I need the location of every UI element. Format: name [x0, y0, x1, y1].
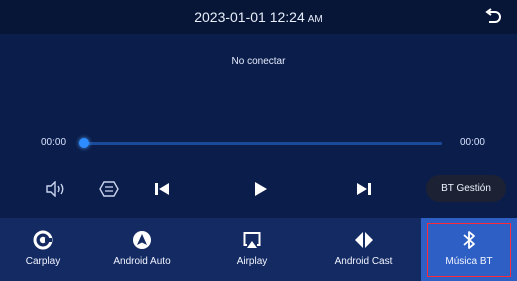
airplay-icon: [243, 232, 261, 248]
total-time: 00:00: [459, 137, 485, 148]
android-cast-icon: [354, 232, 373, 248]
progress-bar[interactable]: [79, 138, 442, 148]
tab-android-auto[interactable]: Android Auto: [86, 218, 198, 281]
datetime-text: 2023-01-01 12:24: [194, 9, 305, 25]
music-screen: 2023-01-01 12:24 AM No conectar 00:00 00:…: [0, 0, 517, 281]
tab-carplay[interactable]: Carplay: [0, 218, 86, 281]
tab-android-cast[interactable]: Android Cast: [306, 218, 421, 281]
connection-status: No conectar: [231, 56, 286, 67]
bt-manage-button[interactable]: BT Gestión: [426, 175, 506, 202]
play-icon: [255, 182, 267, 196]
volume-icon: [46, 181, 64, 197]
previous-icon: [155, 183, 169, 195]
eq-icon: [99, 181, 119, 197]
tab-airplay[interactable]: Airplay: [198, 218, 306, 281]
tab-label: Airplay: [236, 256, 268, 267]
previous-button[interactable]: [150, 177, 174, 201]
player-panel: No conectar 00:00 00:00 BT Gestión: [0, 34, 517, 218]
datetime: 2023-01-01 12:24 AM: [194, 9, 323, 25]
volume-button[interactable]: [44, 177, 68, 201]
tab-label: Android Auto: [113, 256, 171, 267]
tab-musica-bt[interactable]: Música BT: [421, 218, 517, 281]
top-bar: 2023-01-01 12:24 AM: [0, 0, 517, 34]
tab-label: Música BT: [445, 256, 493, 267]
bottom-nav: Carplay Android Auto Airplay Android Cas…: [0, 218, 517, 281]
back-arrow-icon: [485, 8, 501, 23]
next-button[interactable]: [352, 177, 376, 201]
current-time: 00:00: [41, 137, 67, 148]
tab-label: Android Cast: [334, 256, 393, 267]
bluetooth-icon: [463, 231, 475, 249]
equalizer-button[interactable]: [97, 177, 121, 201]
next-icon: [357, 183, 371, 195]
progress-knob[interactable]: [79, 138, 89, 148]
play-button[interactable]: [249, 177, 273, 201]
datetime-ampm: AM: [307, 14, 323, 25]
back-button[interactable]: [483, 7, 503, 27]
carplay-icon: [33, 230, 53, 250]
tab-label: Carplay: [25, 256, 61, 267]
android-auto-icon: [133, 231, 151, 249]
